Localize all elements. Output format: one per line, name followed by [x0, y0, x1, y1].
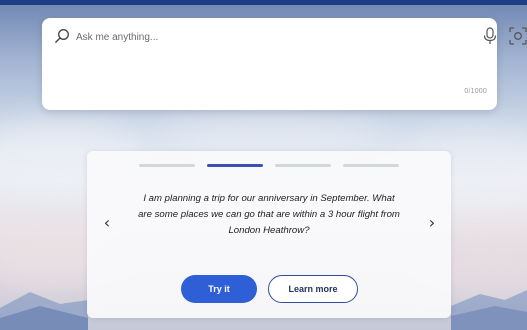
copilot-home: 0/1000 ‹ I am planning a trip for our an…: [0, 0, 527, 330]
character-count: 0/1000: [464, 88, 487, 95]
search-box: 0/1000: [42, 18, 527, 110]
mic-icon[interactable]: [483, 27, 497, 45]
suggestion-card: ‹ I am planning a trip for our anniversa…: [87, 151, 451, 318]
carousel-progress-segment[interactable]: [343, 164, 399, 167]
visual-search-icon[interactable]: [509, 27, 527, 45]
try-it-button[interactable]: Try it: [181, 275, 257, 303]
carousel-progress-segment[interactable]: [275, 164, 331, 167]
carousel-progress-segment[interactable]: [139, 164, 195, 167]
search-input[interactable]: [76, 26, 456, 48]
carousel-progress: [139, 164, 399, 167]
chevron-right-icon[interactable]: ›: [424, 213, 440, 233]
top-strip: [0, 0, 527, 5]
search-icon: [55, 29, 69, 43]
chevron-left-icon[interactable]: ‹: [99, 213, 115, 233]
carousel-progress-segment[interactable]: [207, 164, 263, 167]
learn-more-button[interactable]: Learn more: [268, 275, 358, 303]
suggested-prompt: I am planning a trip for our anniversary…: [138, 193, 400, 236]
